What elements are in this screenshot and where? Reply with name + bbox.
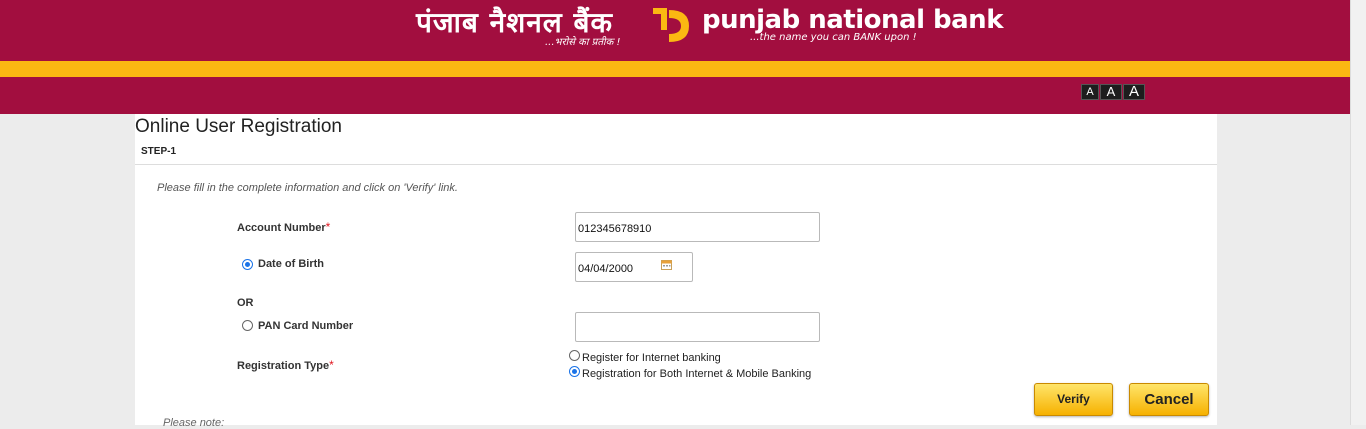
font-size-controls: A A A [1081, 84, 1145, 100]
dob-input[interactable]: 04/04/2000 [575, 252, 693, 282]
account-number-input[interactable]: 012345678910 [575, 212, 820, 242]
header-yellow-stripe [0, 61, 1350, 77]
registration-type-label: Registration Type* [237, 358, 334, 372]
dob-label: Date of Birth [258, 258, 324, 270]
pan-label: PAN Card Number [258, 320, 354, 332]
required-asterisk: * [329, 358, 334, 372]
or-separator: OR [237, 297, 254, 309]
brand-name-english: punjab national bank [702, 5, 1003, 35]
please-note-text: Please note: [163, 417, 225, 429]
pnb-logo-icon [653, 8, 689, 42]
site-header: पंजाब नैशनल बैंक ...भरोसे का प्रतीक ! pu… [0, 0, 1350, 114]
account-number-label: Account Number* [237, 220, 331, 234]
dob-value: 04/04/2000 [578, 263, 634, 275]
instructions-text: Please fill in the complete information … [157, 182, 458, 194]
page-title: Online User Registration [135, 116, 342, 137]
divider [135, 164, 1217, 165]
pan-input[interactable] [575, 312, 820, 342]
font-small-button[interactable]: A [1081, 84, 1099, 100]
font-large-button[interactable]: A [1123, 84, 1145, 100]
pan-radio[interactable] [242, 320, 253, 331]
brand-tagline-english: ...the name you can BANK upon ! [750, 32, 917, 43]
header-lower-band [0, 77, 1350, 114]
font-medium-button[interactable]: A [1100, 84, 1122, 100]
required-asterisk: * [325, 220, 331, 234]
account-number-value: 012345678910 [578, 223, 652, 235]
register-internet-label: Register for Internet banking [582, 352, 721, 364]
scrollbar-track[interactable] [1350, 0, 1366, 425]
cancel-button[interactable]: Cancel [1129, 383, 1209, 416]
register-both-radio[interactable] [569, 366, 580, 377]
registration-panel: Online User Registration STEP-1 Please f… [135, 114, 1217, 429]
calendar-icon[interactable] [661, 260, 672, 270]
verify-button[interactable]: Verify [1034, 383, 1113, 416]
brand-tagline-hindi: ...भरोसे का प्रतीक ! [545, 37, 621, 48]
register-internet-radio[interactable] [569, 350, 580, 361]
dob-radio[interactable] [242, 259, 253, 270]
register-both-label: Registration for Both Internet & Mobile … [582, 368, 812, 380]
step-indicator: STEP-1 [141, 146, 177, 157]
